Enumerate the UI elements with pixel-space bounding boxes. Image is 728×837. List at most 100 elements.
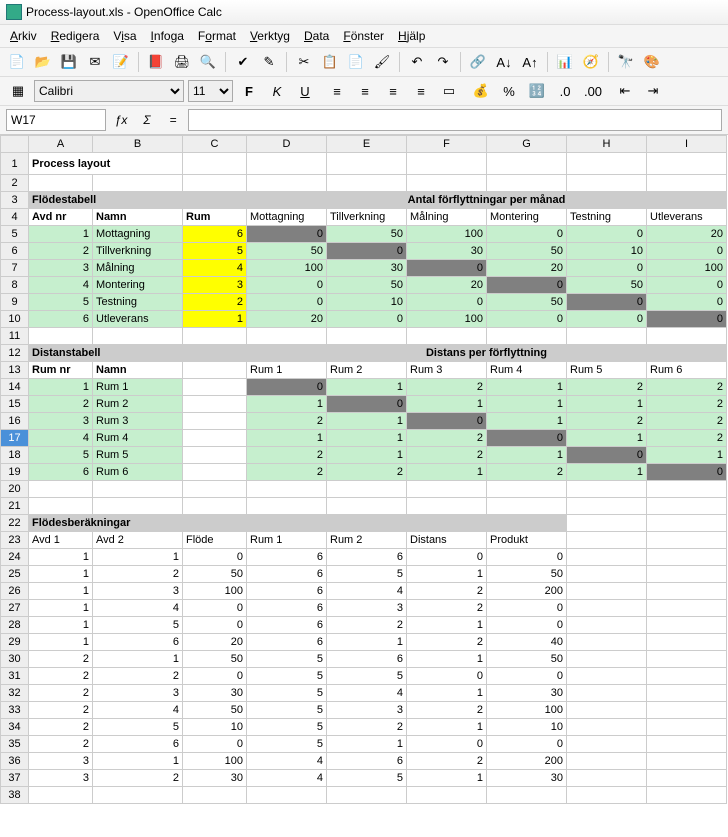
cell[interactable]: Montering (93, 277, 183, 294)
row-header-20[interactable]: 20 (1, 481, 29, 498)
open-icon[interactable]: 📂 (32, 51, 54, 73)
row-header-16[interactable]: 16 (1, 413, 29, 430)
cell[interactable]: 3 (93, 685, 183, 702)
cell[interactable]: 30 (183, 770, 247, 787)
cell[interactable] (93, 498, 183, 515)
cell[interactable]: 0 (487, 311, 567, 328)
cell[interactable]: Namn (93, 209, 183, 226)
remove-decimal-icon[interactable]: .00 (581, 80, 605, 102)
cell[interactable]: 10 (487, 719, 567, 736)
cell[interactable] (183, 413, 247, 430)
cell[interactable]: 0 (247, 294, 327, 311)
font-size-select[interactable]: 11 (188, 80, 233, 102)
cell[interactable]: 5 (247, 651, 327, 668)
cell[interactable]: 1 (327, 634, 407, 651)
cell[interactable]: Mottagning (93, 226, 183, 243)
cell[interactable]: 1 (29, 600, 93, 617)
cell[interactable]: 6 (29, 464, 93, 481)
cell[interactable]: 6 (93, 736, 183, 753)
cell[interactable]: 0 (247, 379, 327, 396)
cell[interactable]: 6 (327, 753, 407, 770)
cell[interactable]: 0 (247, 226, 327, 243)
row-header-26[interactable]: 26 (1, 583, 29, 600)
cell[interactable]: 0 (567, 260, 647, 277)
calc-header[interactable]: Flödesberäkningar (29, 515, 567, 532)
cell[interactable]: 5 (327, 668, 407, 685)
cell[interactable]: 2 (407, 430, 487, 447)
cell[interactable]: Rum 5 (567, 362, 647, 379)
cell[interactable]: 0 (487, 277, 567, 294)
row-header-37[interactable]: 37 (1, 770, 29, 787)
cell[interactable]: 2 (327, 617, 407, 634)
cell[interactable]: 2 (407, 600, 487, 617)
format-paint-icon[interactable]: 🖌 (371, 51, 393, 73)
row-header-3[interactable]: 3 (1, 192, 29, 209)
cell[interactable] (183, 153, 247, 175)
cell[interactable]: 3 (327, 600, 407, 617)
cell[interactable]: 50 (487, 651, 567, 668)
cell[interactable]: 1 (29, 379, 93, 396)
cell[interactable]: 1 (29, 566, 93, 583)
cell[interactable] (183, 481, 247, 498)
cell[interactable]: 2 (29, 668, 93, 685)
cell[interactable]: Avd nr (29, 209, 93, 226)
new-doc-icon[interactable]: 📄 (6, 51, 28, 73)
cell[interactable] (93, 175, 183, 192)
cell[interactable]: 0 (407, 294, 487, 311)
cell[interactable]: 50 (183, 566, 247, 583)
cell[interactable] (183, 464, 247, 481)
cell[interactable]: 2 (29, 243, 93, 260)
cell[interactable]: 4 (93, 600, 183, 617)
cell[interactable]: 2 (29, 719, 93, 736)
cell[interactable]: 0 (487, 617, 567, 634)
cell[interactable]: 4 (93, 702, 183, 719)
cell[interactable]: 6 (29, 311, 93, 328)
cell[interactable]: 1 (407, 617, 487, 634)
cell[interactable]: Produkt (487, 532, 567, 549)
cell[interactable] (567, 498, 647, 515)
cell[interactable]: Rum 1 (93, 379, 183, 396)
cell[interactable]: Testning (567, 209, 647, 226)
row-header-15[interactable]: 15 (1, 396, 29, 413)
cell[interactable]: Mottagning (247, 209, 327, 226)
cell[interactable] (647, 481, 727, 498)
cell[interactable]: 30 (487, 685, 567, 702)
cell[interactable]: 0 (407, 549, 487, 566)
cell[interactable]: 30 (183, 685, 247, 702)
cell[interactable]: 1 (93, 753, 183, 770)
cell[interactable]: 6 (247, 617, 327, 634)
cell[interactable] (29, 498, 93, 515)
cell[interactable]: 200 (487, 583, 567, 600)
cell[interactable] (567, 175, 647, 192)
row-header-31[interactable]: 31 (1, 668, 29, 685)
cell[interactable]: 0 (647, 294, 727, 311)
menu-fonster[interactable]: Fönster (337, 27, 390, 45)
dist-per-header[interactable]: Distans per förflyttning (247, 345, 727, 362)
cell[interactable]: 100 (183, 753, 247, 770)
cell[interactable]: 2 (407, 583, 487, 600)
cell[interactable] (93, 328, 183, 345)
row-header-9[interactable]: 9 (1, 294, 29, 311)
menu-redigera[interactable]: Redigera (45, 27, 106, 45)
navigator-icon[interactable]: 🧭 (580, 51, 602, 73)
export-pdf-icon[interactable]: 📕 (145, 51, 167, 73)
cell[interactable] (183, 396, 247, 413)
col-header-E[interactable]: E (327, 136, 407, 153)
cell[interactable]: 2 (29, 685, 93, 702)
cell[interactable]: 2 (407, 379, 487, 396)
cell[interactable]: 1 (487, 413, 567, 430)
cell[interactable]: 1 (567, 396, 647, 413)
cell[interactable]: 0 (647, 311, 727, 328)
currency-icon[interactable]: 💰 (469, 80, 493, 102)
cell[interactable]: 1 (29, 634, 93, 651)
cell[interactable]: Målning (407, 209, 487, 226)
cell[interactable] (407, 153, 487, 175)
italic-button[interactable]: K (265, 80, 289, 102)
cell[interactable]: Rum (183, 209, 247, 226)
align-left-icon[interactable]: ≡ (325, 80, 349, 102)
cell[interactable]: 2 (29, 702, 93, 719)
cell[interactable]: 0 (327, 396, 407, 413)
cell[interactable]: 6 (247, 634, 327, 651)
cell[interactable]: 0 (327, 243, 407, 260)
cell[interactable]: 5 (93, 617, 183, 634)
